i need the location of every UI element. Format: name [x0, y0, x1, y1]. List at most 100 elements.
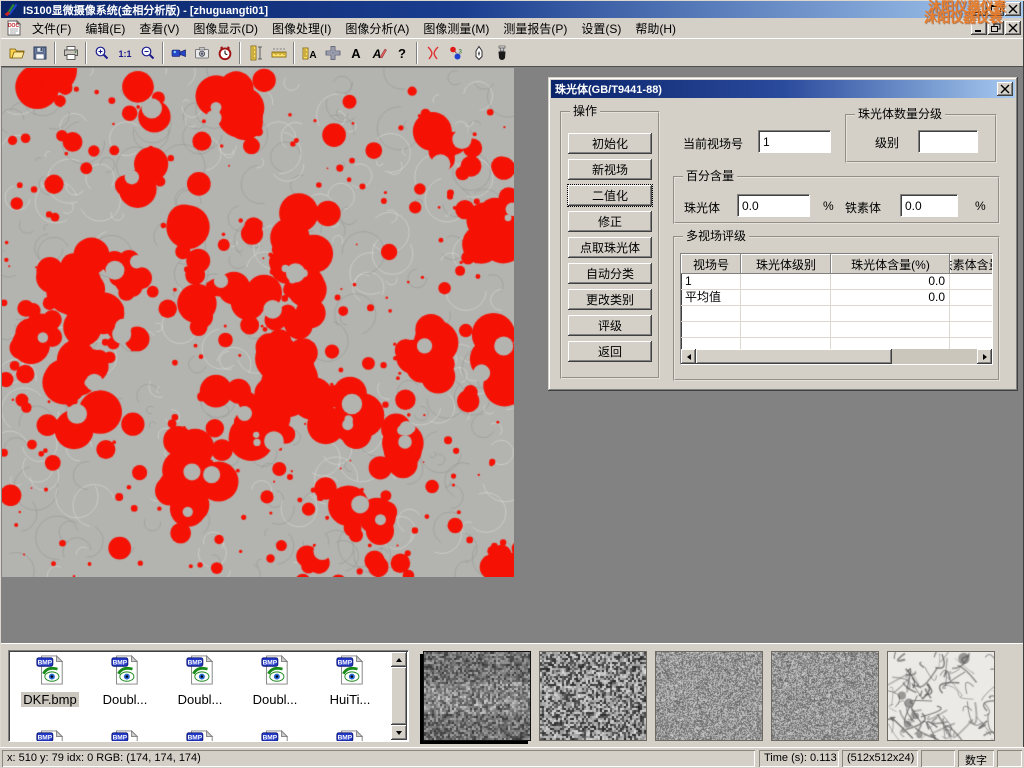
scrollbar-thumb[interactable] [391, 667, 407, 725]
return-button[interactable]: 返回 [568, 341, 652, 362]
minimize-button[interactable] [971, 2, 987, 16]
menu-measure-report[interactable]: 测量报告(P) [496, 18, 574, 39]
dialog-close-button[interactable] [997, 82, 1013, 96]
zoom-out-icon[interactable] [136, 41, 159, 65]
status-time: Time (s): 0.113 [759, 750, 839, 767]
file-item-partial[interactable]: BMP [13, 729, 87, 742]
new-field-button[interactable]: 新视场 [568, 159, 652, 180]
video-capture-icon[interactable] [167, 41, 190, 65]
file-vertical-scrollbar[interactable] [391, 652, 407, 740]
grade-level-label: 级别 [875, 134, 899, 151]
status-bar: x: 510 y: 79 idx: 0 RGB: (174, 174, 174)… [0, 747, 1024, 768]
table-row[interactable]: 1 0.0 [681, 274, 992, 290]
file-name[interactable]: DKF.bmp [21, 692, 78, 707]
zoom-in-icon[interactable] [90, 41, 113, 65]
ruler-icon[interactable] [267, 41, 290, 65]
col-pearlite-grade: 珠光体级别 [741, 254, 831, 274]
status-mode: 数字 [958, 750, 994, 767]
percent-sign: % [823, 199, 834, 213]
sample-thumbnail-4[interactable] [771, 651, 879, 741]
application-window: IS100显微摄像系统(金相分析版) - [zhuguangti01] DOC … [0, 0, 1024, 768]
file-browser[interactable]: BMP DKF.bmp BMP Doubl... BMP [8, 650, 409, 742]
file-item[interactable]: BMP HuiTi... [313, 654, 387, 709]
mdi-restore-button[interactable] [988, 21, 1004, 35]
file-item-partial[interactable]: BMP [238, 729, 312, 742]
grid-tool-icon[interactable] [321, 41, 344, 65]
table-horizontal-scrollbar[interactable] [681, 349, 992, 364]
bmp-file-icon: BMP [110, 654, 140, 686]
actual-size-icon[interactable]: 1:1 [113, 41, 136, 65]
scroll-up-icon[interactable] [391, 652, 407, 667]
scroll-down-icon[interactable] [391, 725, 407, 740]
phase-classify-icon[interactable]: 3 [444, 41, 467, 65]
file-item-partial[interactable]: BMP [88, 729, 162, 742]
current-view-input[interactable]: 1 [758, 130, 831, 153]
sample-thumbnail-1[interactable] [423, 651, 531, 741]
sample-thumbnail-2[interactable] [539, 651, 647, 741]
table-row-empty [681, 306, 992, 322]
scroll-left-icon[interactable] [681, 349, 696, 364]
rating-table[interactable]: 视场号 珠光体级别 珠光体含量(%) 铁素体含量(%) 1 0.0 平均值 [680, 253, 993, 365]
measure-text-icon[interactable]: A [298, 41, 321, 65]
table-row[interactable]: 平均值 0.0 [681, 290, 992, 306]
menu-help[interactable]: 帮助(H) [628, 18, 683, 39]
brush-tool-icon[interactable] [490, 41, 513, 65]
menu-view[interactable]: 查看(V) [132, 18, 186, 39]
bmp-file-icon: BMP [260, 729, 290, 742]
curve-tool-icon[interactable] [421, 41, 444, 65]
correct-button[interactable]: 修正 [568, 211, 652, 232]
change-class-button[interactable]: 更改类别 [568, 289, 652, 310]
mdi-minimize-button[interactable] [971, 21, 987, 35]
sample-thumbnail-5[interactable] [887, 651, 995, 741]
bmp-file-icon: BMP [335, 654, 365, 686]
menu-file[interactable]: 文件(F) [25, 18, 78, 39]
grade-level-input[interactable] [918, 130, 978, 153]
ferrite-label: 铁素体 [845, 199, 881, 216]
vertical-caliper-icon[interactable] [244, 41, 267, 65]
menu-image-display[interactable]: 图像显示(D) [186, 18, 265, 39]
file-item[interactable]: BMP Doubl... [238, 654, 312, 709]
micrograph-image[interactable] [2, 68, 514, 577]
file-item[interactable]: BMP Doubl... [88, 654, 162, 709]
pen-tool-icon[interactable] [467, 41, 490, 65]
mdi-close-button[interactable] [1005, 21, 1021, 35]
menu-image-processing[interactable]: 图像处理(I) [265, 18, 338, 39]
scroll-right-icon[interactable] [977, 349, 992, 364]
file-name[interactable]: HuiTi... [328, 692, 373, 707]
file-name[interactable]: Doubl... [176, 692, 225, 707]
menu-edit[interactable]: 编辑(E) [78, 18, 132, 39]
scrollbar-thumb[interactable] [696, 349, 892, 364]
save-icon[interactable] [28, 41, 51, 65]
auto-classify-button[interactable]: 自动分类 [568, 263, 652, 284]
app-icon [3, 2, 19, 17]
text-edit-icon[interactable]: A [367, 41, 390, 65]
camera-capture-icon[interactable] [190, 41, 213, 65]
menu-settings[interactable]: 设置(S) [574, 18, 628, 39]
text-annotation-icon[interactable]: A [344, 41, 367, 65]
help-icon[interactable]: ? [390, 41, 413, 65]
grade-button[interactable]: 评级 [568, 315, 652, 336]
ferrite-percent-input[interactable]: 0.0 [900, 194, 958, 217]
file-name[interactable]: Doubl... [251, 692, 300, 707]
sample-thumbnail-3[interactable] [655, 651, 763, 741]
timer-icon[interactable] [213, 41, 236, 65]
file-item-partial[interactable]: BMP [163, 729, 237, 742]
close-button[interactable] [1005, 2, 1021, 16]
bmp-file-icon: BMP [185, 654, 215, 686]
file-item[interactable]: BMP Doubl... [163, 654, 237, 709]
svg-text:A: A [309, 50, 316, 61]
open-file-icon[interactable] [5, 41, 28, 65]
percent-group: 百分含量 珠光体 0.0 % 铁素体 0.0 % [673, 176, 1000, 224]
pick-pearlite-button[interactable]: 点取珠光体 [568, 237, 652, 258]
bmp-file-icon: BMP [185, 729, 215, 742]
menu-image-measure[interactable]: 图像测量(M) [416, 18, 496, 39]
file-item[interactable]: BMP DKF.bmp [13, 654, 87, 709]
file-item-partial[interactable]: BMP [313, 729, 387, 742]
print-icon[interactable] [59, 41, 82, 65]
file-name[interactable]: Doubl... [101, 692, 150, 707]
init-button[interactable]: 初始化 [568, 133, 652, 154]
menu-image-analysis[interactable]: 图像分析(A) [338, 18, 416, 39]
binarize-button[interactable]: 二值化 [568, 185, 652, 206]
maximize-button[interactable] [988, 2, 1004, 16]
pearlite-percent-input[interactable]: 0.0 [737, 194, 810, 217]
